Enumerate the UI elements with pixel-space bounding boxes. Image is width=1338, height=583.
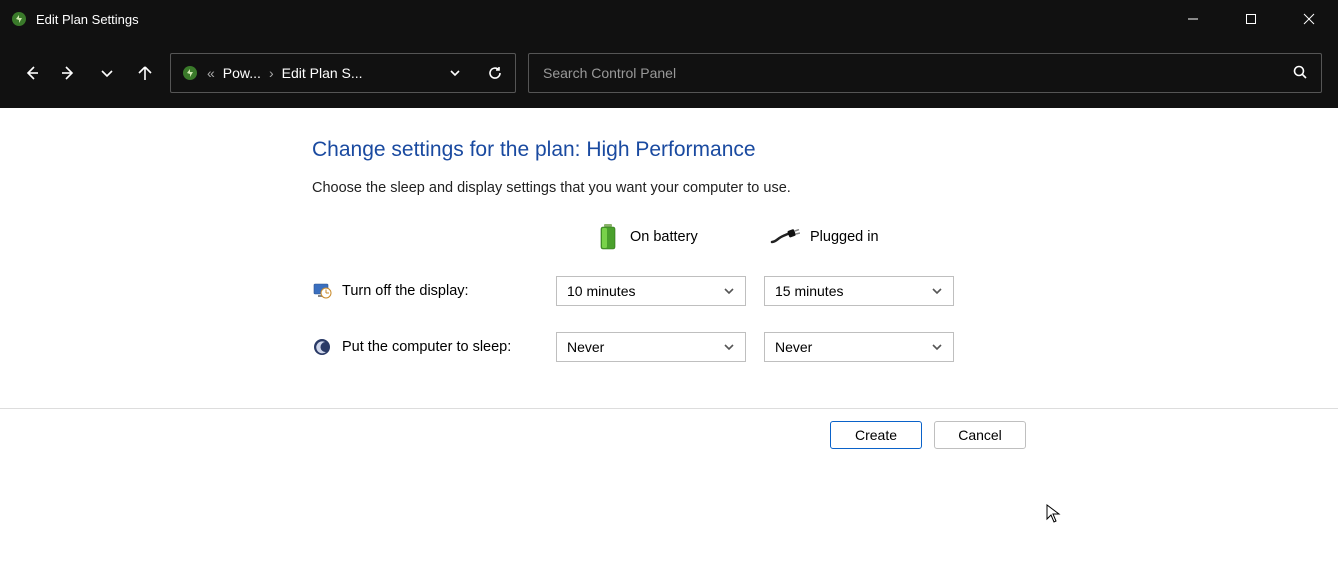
plug-icon [770,224,800,250]
recent-locations-button[interactable] [94,60,120,86]
display-battery-select[interactable]: 10 minutes [556,276,746,306]
breadcrumb-prefix: « [207,65,215,81]
sleep-moon-icon [312,337,332,357]
power-options-icon [181,64,199,82]
row-display-label-text: Turn off the display: [342,283,469,299]
sleep-plugged-value: Never [775,339,931,355]
create-button-label: Create [855,427,897,443]
chevron-down-icon [723,341,735,353]
back-button[interactable] [18,60,44,86]
breadcrumb-parent[interactable]: Pow... [223,65,261,81]
column-header-plugged-label: Plugged in [810,229,879,245]
search-input[interactable] [543,65,1293,81]
page-heading: Change settings for the plan: High Perfo… [312,138,1338,162]
chevron-down-icon [723,285,735,297]
cancel-button[interactable]: Cancel [934,421,1026,449]
sleep-battery-value: Never [567,339,723,355]
window-controls [1164,0,1338,38]
title-bar: Edit Plan Settings [0,0,1338,38]
chevron-down-icon [931,285,943,297]
column-header-battery: On battery [556,224,746,250]
chevron-down-icon [931,341,943,353]
footer-buttons: Create Cancel [0,409,1338,449]
breadcrumb-current[interactable]: Edit Plan S... [282,65,363,81]
navigation-bar: « Pow... › Edit Plan S... [0,38,1338,108]
refresh-button[interactable] [485,66,505,80]
power-plan-app-icon [10,10,28,28]
display-timer-icon [312,281,332,301]
maximize-button[interactable] [1222,0,1280,38]
address-bar[interactable]: « Pow... › Edit Plan S... [170,53,516,93]
display-plugged-select[interactable]: 15 minutes [764,276,954,306]
mouse-cursor [1046,504,1062,524]
address-history-button[interactable] [445,66,465,80]
sleep-plugged-select[interactable]: Never [764,332,954,362]
search-bar[interactable] [528,53,1322,93]
column-header-battery-label: On battery [630,229,698,245]
close-button[interactable] [1280,0,1338,38]
forward-button[interactable] [56,60,82,86]
chevron-right-icon: › [269,65,274,81]
column-header-plugged: Plugged in [770,224,954,250]
cancel-button-label: Cancel [958,427,1002,443]
content-area: Change settings for the plan: High Perfo… [0,108,1338,362]
settings-grid: On battery Plugged in [312,224,1338,362]
row-sleep-label: Put the computer to sleep: [312,337,538,357]
sleep-battery-select[interactable]: Never [556,332,746,362]
page-subheading: Choose the sleep and display settings th… [312,180,1338,196]
row-sleep-label-text: Put the computer to sleep: [342,339,511,355]
minimize-button[interactable] [1164,0,1222,38]
search-icon [1293,65,1307,82]
create-button[interactable]: Create [830,421,922,449]
window-title: Edit Plan Settings [36,12,139,27]
battery-icon [596,224,620,250]
display-plugged-value: 15 minutes [775,283,931,299]
row-display-label: Turn off the display: [312,281,538,301]
up-button[interactable] [132,60,158,86]
display-battery-value: 10 minutes [567,283,723,299]
